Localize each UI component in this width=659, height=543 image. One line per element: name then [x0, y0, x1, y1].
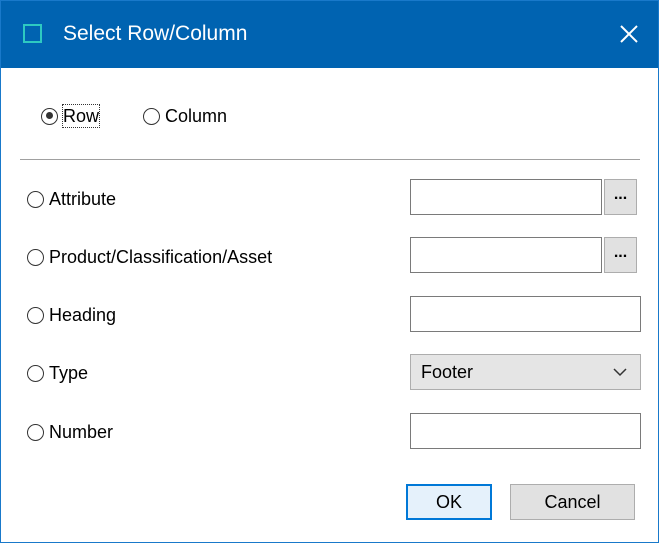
attribute-input[interactable] [410, 179, 602, 215]
ok-button[interactable]: OK [406, 484, 492, 520]
type-dropdown[interactable]: Footer [410, 354, 641, 390]
number-radio[interactable] [27, 423, 44, 441]
number-label: Number [49, 422, 114, 442]
attribute-radio[interactable] [27, 190, 44, 208]
column-radio[interactable] [143, 107, 160, 125]
attribute-label: Attribute [49, 189, 117, 209]
column-radio-option[interactable]: Column [143, 105, 227, 127]
product-browse-button[interactable]: ... [604, 237, 637, 273]
separator [20, 159, 640, 160]
column-radio-label: Column [165, 106, 228, 126]
cancel-button[interactable]: Cancel [510, 484, 635, 520]
heading-radio-option[interactable]: Heading [27, 304, 116, 326]
close-button[interactable] [611, 19, 645, 49]
product-radio[interactable] [27, 248, 44, 266]
row-radio-option[interactable]: Row [41, 104, 101, 128]
type-dropdown-value: Footer [421, 362, 474, 382]
type-label: Type [49, 363, 89, 383]
chevron-down-icon [613, 368, 627, 377]
app-icon [23, 24, 42, 43]
dialog-window: Select Row/Column Row Column Attribute .… [0, 0, 659, 543]
attribute-radio-option[interactable]: Attribute [27, 188, 116, 210]
attribute-browse-button[interactable]: ... [604, 179, 637, 215]
heading-radio[interactable] [27, 306, 44, 324]
close-icon [620, 25, 638, 43]
heading-label: Heading [49, 305, 117, 325]
type-radio[interactable] [27, 364, 44, 382]
product-input[interactable] [410, 237, 602, 273]
type-radio-option[interactable]: Type [27, 362, 88, 384]
row-radio-label: Row [61, 104, 101, 128]
window-title: Select Row/Column [63, 22, 248, 45]
title-bar[interactable]: Select Row/Column [1, 1, 658, 68]
row-radio[interactable] [41, 107, 58, 125]
heading-input[interactable] [410, 296, 641, 332]
product-radio-option[interactable]: Product/Classification/Asset [27, 246, 272, 268]
product-label: Product/Classification/Asset [49, 247, 273, 267]
number-radio-option[interactable]: Number [27, 421, 113, 443]
number-input[interactable] [410, 413, 641, 449]
